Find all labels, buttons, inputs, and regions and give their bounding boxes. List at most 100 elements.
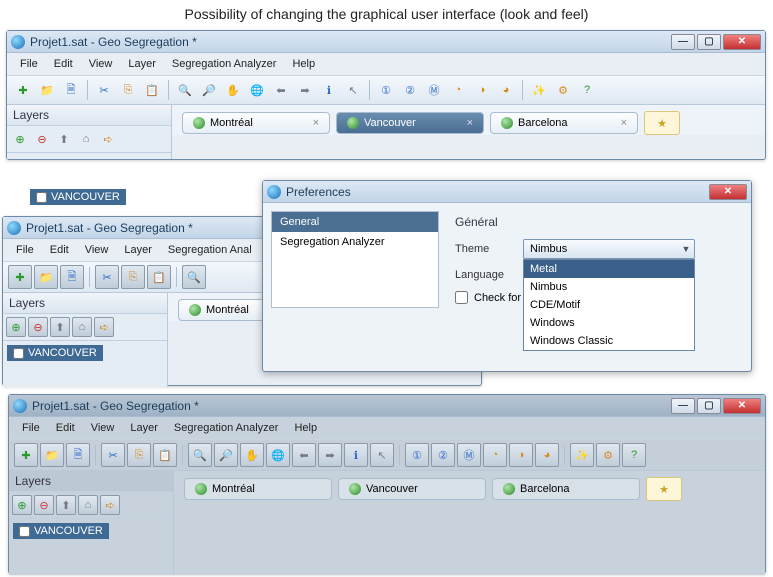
- pan-icon[interactable]: ✋: [240, 443, 264, 467]
- new-icon[interactable]: ✚: [14, 443, 38, 467]
- tab-vancouver[interactable]: Vancouver×: [336, 112, 484, 134]
- info-icon[interactable]: ℹ: [344, 443, 368, 467]
- tab-barcelona[interactable]: Barcelona: [492, 478, 640, 500]
- layer-next-icon[interactable]: ➪: [100, 495, 120, 515]
- gear-icon[interactable]: ⚙: [596, 443, 620, 467]
- prefs-cat-segregation[interactable]: Segregation Analyzer: [272, 232, 438, 252]
- menu-edit[interactable]: Edit: [49, 420, 82, 436]
- tab-montreal[interactable]: Montréal: [184, 478, 332, 500]
- chevron-down-icon[interactable]: ▼: [679, 241, 693, 257]
- tab-montreal[interactable]: Montréal×: [182, 112, 330, 134]
- globe-icon[interactable]: 🌐: [266, 443, 290, 467]
- titlebar[interactable]: Projet1.sat - Geo Segregation * — ▢ ✕: [7, 31, 765, 53]
- cut-icon[interactable]: ✂: [95, 265, 119, 289]
- open-icon[interactable]: 📁: [34, 265, 58, 289]
- layer-item-vancouver[interactable]: VANCOUVER: [30, 189, 126, 205]
- chart-3-icon[interactable]: ◕: [495, 79, 517, 101]
- menu-layer[interactable]: Layer: [121, 56, 163, 72]
- menu-file[interactable]: File: [13, 56, 45, 72]
- layer-up-icon[interactable]: ⬆: [56, 495, 76, 515]
- info-icon[interactable]: ℹ: [318, 79, 340, 101]
- menu-file[interactable]: File: [9, 242, 41, 258]
- chart-2-icon[interactable]: ◑: [471, 79, 493, 101]
- layer-home-icon[interactable]: ⌂: [76, 129, 96, 149]
- menu-segregation-analyzer[interactable]: Segregation Analyzer: [167, 420, 286, 436]
- layer-add-icon[interactable]: ⊕: [10, 129, 30, 149]
- pointer-icon[interactable]: ↖: [370, 443, 394, 467]
- forward-icon[interactable]: ➡: [318, 443, 342, 467]
- layer-add-icon[interactable]: ⊕: [12, 495, 32, 515]
- copy-doc-icon[interactable]: 🗎: [60, 265, 84, 289]
- menu-view[interactable]: View: [82, 56, 120, 72]
- maximize-button[interactable]: ▢: [697, 34, 721, 50]
- zoom-out-icon[interactable]: 🔎: [198, 79, 220, 101]
- layer-add-icon[interactable]: ⊕: [6, 317, 26, 337]
- copy-doc-icon[interactable]: 🗎: [60, 79, 82, 101]
- theme-opt-nimbus[interactable]: Nimbus: [524, 278, 694, 296]
- zoom-in-icon[interactable]: 🔍: [182, 265, 206, 289]
- num-2-icon[interactable]: ②: [399, 79, 421, 101]
- new-icon[interactable]: ✚: [8, 265, 32, 289]
- paste-icon[interactable]: 📋: [153, 443, 177, 467]
- open-icon[interactable]: 📁: [40, 443, 64, 467]
- tab-close-icon[interactable]: ×: [313, 117, 319, 129]
- theme-opt-metal[interactable]: Metal: [524, 260, 694, 278]
- num-2-icon[interactable]: ②: [431, 443, 455, 467]
- layer-up-icon[interactable]: ⬆: [50, 317, 70, 337]
- paste-icon[interactable]: 📋: [141, 79, 163, 101]
- layer-item-vancouver[interactable]: VANCOUVER: [13, 523, 109, 539]
- menu-layer[interactable]: Layer: [117, 242, 159, 258]
- layer-remove-icon[interactable]: ⊖: [34, 495, 54, 515]
- back-icon[interactable]: ⬅: [292, 443, 316, 467]
- paste-icon[interactable]: 📋: [147, 265, 171, 289]
- zoom-in-icon[interactable]: 🔍: [174, 79, 196, 101]
- menu-view[interactable]: View: [78, 242, 116, 258]
- copy-doc-icon[interactable]: 🗎: [66, 443, 90, 467]
- minimize-button[interactable]: —: [671, 34, 695, 50]
- pointer-icon[interactable]: ↖: [342, 79, 364, 101]
- layer-next-icon[interactable]: ➪: [94, 317, 114, 337]
- layer-remove-icon[interactable]: ⊖: [32, 129, 52, 149]
- menu-segregation-analyzer[interactable]: Segregation Anal: [161, 242, 259, 258]
- cut-icon[interactable]: ✂: [93, 79, 115, 101]
- check-updates-checkbox[interactable]: [455, 291, 468, 304]
- back-icon[interactable]: ⬅: [270, 79, 292, 101]
- num-1-icon[interactable]: ①: [375, 79, 397, 101]
- menu-edit[interactable]: Edit: [47, 56, 80, 72]
- copy-icon[interactable]: ⎘: [127, 443, 151, 467]
- menu-segregation-analyzer[interactable]: Segregation Analyzer: [165, 56, 284, 72]
- zoom-out-icon[interactable]: 🔎: [214, 443, 238, 467]
- copy-icon[interactable]: ⎘: [117, 79, 139, 101]
- tab-barcelona[interactable]: Barcelona×: [490, 112, 638, 134]
- wand-icon[interactable]: ✨: [570, 443, 594, 467]
- zoom-in-icon[interactable]: 🔍: [188, 443, 212, 467]
- chart-2-icon[interactable]: ◑: [509, 443, 533, 467]
- menu-view[interactable]: View: [84, 420, 122, 436]
- theme-opt-cdemotif[interactable]: CDE/Motif: [524, 296, 694, 314]
- maximize-button[interactable]: ▢: [697, 398, 721, 414]
- chart-1-icon[interactable]: ◔: [483, 443, 507, 467]
- new-icon[interactable]: ✚: [12, 79, 34, 101]
- favorite-tab-icon[interactable]: ★: [644, 111, 680, 135]
- layer-checkbox[interactable]: [19, 526, 30, 537]
- prefs-cat-general[interactable]: General: [272, 212, 438, 232]
- layer-home-icon[interactable]: ⌂: [72, 317, 92, 337]
- tab-close-icon[interactable]: ×: [467, 117, 473, 129]
- help-icon[interactable]: ?: [576, 79, 598, 101]
- theme-combo[interactable]: Nimbus ▼ Metal Nimbus CDE/Motif Windows …: [523, 239, 695, 259]
- open-icon[interactable]: 📁: [36, 79, 58, 101]
- layer-checkbox[interactable]: [36, 192, 47, 203]
- prefs-titlebar[interactable]: Preferences ✕: [263, 181, 751, 203]
- chart-3-icon[interactable]: ◕: [535, 443, 559, 467]
- gear-icon[interactable]: ⚙: [552, 79, 574, 101]
- tab-close-icon[interactable]: ×: [621, 117, 627, 129]
- close-button[interactable]: ✕: [723, 398, 761, 414]
- layer-checkbox[interactable]: [13, 348, 24, 359]
- layer-remove-icon[interactable]: ⊖: [28, 317, 48, 337]
- forward-icon[interactable]: ➡: [294, 79, 316, 101]
- favorite-tab-icon[interactable]: ★: [646, 477, 682, 501]
- minimize-button[interactable]: —: [671, 398, 695, 414]
- cut-icon[interactable]: ✂: [101, 443, 125, 467]
- menu-file[interactable]: File: [15, 420, 47, 436]
- theme-opt-windows-classic[interactable]: Windows Classic: [524, 332, 694, 350]
